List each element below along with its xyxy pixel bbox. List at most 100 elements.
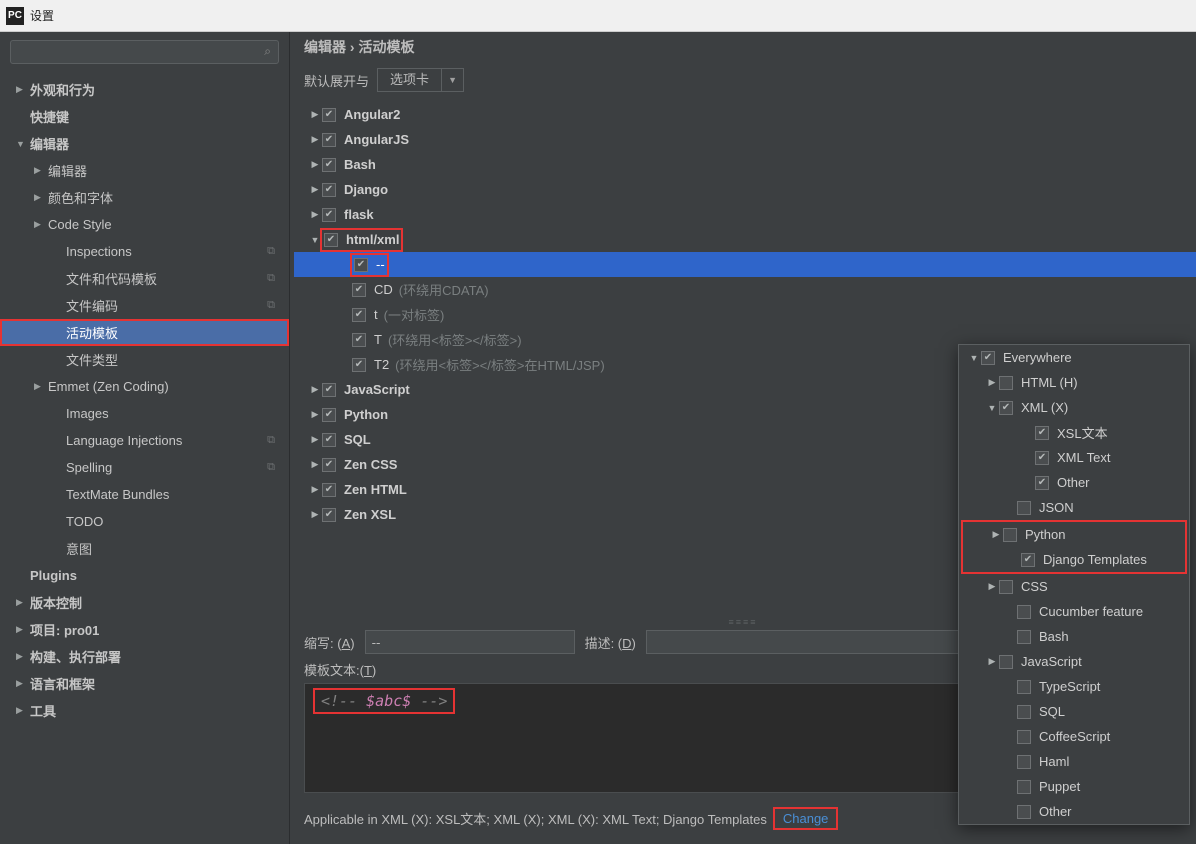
context-item[interactable]: CoffeeScript xyxy=(959,724,1189,749)
chevron-down-icon[interactable]: ▼ xyxy=(442,68,464,92)
checkbox[interactable] xyxy=(322,183,336,197)
sidebar-item[interactable]: ▶Emmet (Zen Coding) xyxy=(0,373,289,400)
sidebar-item[interactable]: 文件编码⧉ xyxy=(0,292,289,319)
sidebar-label: 项目: pro01 xyxy=(30,620,99,639)
checkbox[interactable] xyxy=(1017,680,1031,694)
context-item[interactable]: TypeScript xyxy=(959,674,1189,699)
sidebar-item[interactable]: TextMate Bundles xyxy=(0,481,289,508)
checkbox[interactable] xyxy=(1017,780,1031,794)
checkbox[interactable] xyxy=(1017,501,1031,515)
checkbox[interactable] xyxy=(981,351,995,365)
checkbox[interactable] xyxy=(352,333,366,347)
checkbox[interactable] xyxy=(1017,705,1031,719)
sidebar-item[interactable]: 文件类型 xyxy=(0,346,289,373)
sidebar-item[interactable]: Inspections⧉ xyxy=(0,238,289,265)
checkbox[interactable] xyxy=(322,208,336,222)
sidebar-item[interactable]: Images xyxy=(0,400,289,427)
sidebar-item[interactable]: 文件和代码模板⧉ xyxy=(0,265,289,292)
sidebar-item[interactable]: ▶语言和框架 xyxy=(0,670,289,697)
sidebar-item[interactable]: ▶外观和行为 xyxy=(0,76,289,103)
template-item[interactable]: t(一对标签) xyxy=(294,302,1196,327)
checkbox[interactable] xyxy=(322,508,336,522)
context-item[interactable]: ▶HTML (H) xyxy=(959,370,1189,395)
checkbox[interactable] xyxy=(1035,476,1049,490)
context-item[interactable]: Puppet xyxy=(959,774,1189,799)
sidebar-item[interactable]: TODO xyxy=(0,508,289,535)
sidebar-item[interactable]: ▶版本控制 xyxy=(0,589,289,616)
context-item[interactable]: Other xyxy=(959,470,1189,495)
checkbox[interactable] xyxy=(352,308,366,322)
checkbox[interactable] xyxy=(999,580,1013,594)
change-link[interactable]: Change xyxy=(773,807,839,830)
template-item[interactable]: CD(环绕用CDATA) xyxy=(294,277,1196,302)
sidebar-item[interactable]: 意图 xyxy=(0,535,289,562)
sidebar-item[interactable]: ▶编辑器 xyxy=(0,157,289,184)
sidebar-item[interactable]: ▶颜色和字体 xyxy=(0,184,289,211)
context-label: CSS xyxy=(1021,579,1048,594)
context-item[interactable]: ▶JavaScript xyxy=(959,649,1189,674)
sidebar-item[interactable]: ▼编辑器 xyxy=(0,130,289,157)
context-item[interactable]: Other xyxy=(959,799,1189,824)
checkbox[interactable] xyxy=(322,383,336,397)
checkbox[interactable] xyxy=(999,401,1013,415)
sidebar-item[interactable]: Language Injections⧉ xyxy=(0,427,289,454)
checkbox[interactable] xyxy=(352,358,366,372)
search-input[interactable] xyxy=(10,40,279,64)
checkbox[interactable] xyxy=(322,408,336,422)
checkbox[interactable] xyxy=(1021,553,1035,567)
checkbox[interactable] xyxy=(322,158,336,172)
settings-tree[interactable]: ▶外观和行为快捷键▼编辑器▶编辑器▶颜色和字体▶Code StyleInspec… xyxy=(0,72,289,844)
checkbox[interactable] xyxy=(999,655,1013,669)
checkbox[interactable] xyxy=(999,376,1013,390)
checkbox[interactable] xyxy=(1035,451,1049,465)
context-item[interactable]: Cucumber feature xyxy=(959,599,1189,624)
sidebar-item[interactable]: 活动模板 xyxy=(0,319,289,346)
expand-select[interactable]: 选项卡 ▼ xyxy=(377,68,464,92)
sidebar-item[interactable]: 快捷键 xyxy=(0,103,289,130)
checkbox[interactable] xyxy=(322,458,336,472)
checkbox[interactable] xyxy=(1017,605,1031,619)
context-item[interactable]: SQL xyxy=(959,699,1189,724)
context-item[interactable]: ▼XML (X) xyxy=(959,395,1189,420)
template-name: Bash xyxy=(344,157,376,172)
sidebar-item[interactable]: Spelling⧉ xyxy=(0,454,289,481)
template-group[interactable]: ▼html/xml xyxy=(294,227,1196,252)
context-item[interactable]: XML Text xyxy=(959,445,1189,470)
sidebar-item[interactable]: Plugins xyxy=(0,562,289,589)
checkbox[interactable] xyxy=(322,108,336,122)
checkbox[interactable] xyxy=(1003,528,1017,542)
sidebar-item[interactable]: ▶构建、执行部署 xyxy=(0,643,289,670)
template-item[interactable]: -- xyxy=(294,252,1196,277)
template-group[interactable]: ▶Bash xyxy=(294,152,1196,177)
context-item[interactable]: Django Templates xyxy=(963,547,1185,572)
checkbox[interactable] xyxy=(1017,805,1031,819)
template-group[interactable]: ▶Django xyxy=(294,177,1196,202)
template-group[interactable]: ▶flask xyxy=(294,202,1196,227)
checkbox[interactable] xyxy=(352,283,366,297)
sidebar-item[interactable]: ▶项目: pro01 xyxy=(0,616,289,643)
abbr-input[interactable] xyxy=(365,630,575,654)
checkbox[interactable] xyxy=(322,433,336,447)
context-item[interactable]: Bash xyxy=(959,624,1189,649)
checkbox[interactable] xyxy=(1017,755,1031,769)
context-item[interactable]: ▼Everywhere xyxy=(959,345,1189,370)
template-group[interactable]: ▶AngularJS xyxy=(294,127,1196,152)
checkbox[interactable] xyxy=(354,258,368,272)
checkbox[interactable] xyxy=(1017,730,1031,744)
context-item[interactable]: ▶Python xyxy=(963,522,1185,547)
context-item[interactable]: XSL文本 xyxy=(959,420,1189,445)
checkbox[interactable] xyxy=(324,233,338,247)
context-item[interactable]: Haml xyxy=(959,749,1189,774)
checkbox[interactable] xyxy=(322,133,336,147)
checkbox[interactable] xyxy=(1035,426,1049,440)
checkbox[interactable] xyxy=(322,483,336,497)
checkbox[interactable] xyxy=(1017,630,1031,644)
context-popup[interactable]: ▼Everywhere▶HTML (H)▼XML (X)XSL文本XML Tex… xyxy=(958,344,1190,825)
sidebar-item[interactable]: ▶Code Style xyxy=(0,211,289,238)
template-group[interactable]: ▶Angular2 xyxy=(294,102,1196,127)
arrow-icon: ▶ xyxy=(16,597,30,608)
sidebar-item[interactable]: ▶工具 xyxy=(0,697,289,724)
context-item[interactable]: JSON xyxy=(959,495,1189,520)
context-item[interactable]: ▶CSS xyxy=(959,574,1189,599)
sidebar-label: TODO xyxy=(66,514,103,529)
